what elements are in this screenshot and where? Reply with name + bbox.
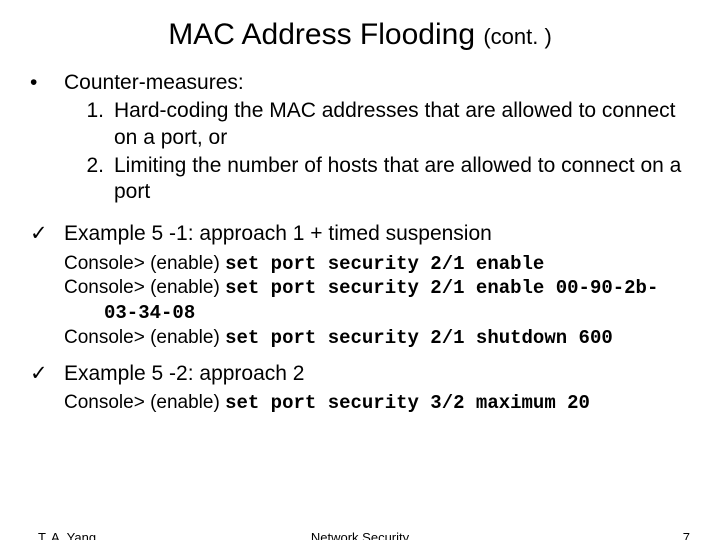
list-item: 2. Limiting the number of hosts that are… xyxy=(64,153,690,206)
check-icon: ✓ xyxy=(30,221,64,247)
console-prefix: Console> (enable) xyxy=(64,392,225,413)
countermeasures-row: • Counter-measures: 1. Hard-coding the M… xyxy=(30,70,690,205)
footer-title: Network Security xyxy=(0,530,720,540)
slide: MAC Address Flooding (cont. ) • Counter-… xyxy=(0,0,720,540)
console-line: Console> (enable) set port security 3/2 … xyxy=(64,391,690,416)
example2-console: Console> (enable) set port security 3/2 … xyxy=(64,391,690,416)
item-text: Hard-coding the MAC addresses that are a… xyxy=(114,98,690,151)
console-cmd: set port security 2/1 shutdown 600 xyxy=(225,327,613,349)
title-main: MAC Address Flooding xyxy=(168,18,475,51)
check-icon: ✓ xyxy=(30,361,64,387)
slide-body: • Counter-measures: 1. Hard-coding the M… xyxy=(0,62,720,416)
footer-page-number: 7 xyxy=(683,530,690,540)
countermeasures-content: Counter-measures: 1. Hard-coding the MAC… xyxy=(64,70,690,205)
example1-heading: Example 5 -1: approach 1 + timed suspens… xyxy=(64,221,690,247)
console-prefix: Console> (enable) xyxy=(64,327,225,348)
console-line: Console> (enable) set port security 2/1 … xyxy=(64,276,690,326)
item-number: 2. xyxy=(64,153,114,206)
countermeasures-heading: Counter-measures: xyxy=(64,70,690,96)
example2-row: ✓ Example 5 -2: approach 2 xyxy=(30,361,690,387)
example1-console: Console> (enable) set port security 2/1 … xyxy=(64,252,690,351)
console-cmd: set port security 2/1 enable xyxy=(225,253,544,275)
example2-heading: Example 5 -2: approach 2 xyxy=(64,361,690,387)
console-prefix: Console> (enable) xyxy=(64,253,225,274)
console-line: Console> (enable) set port security 2/1 … xyxy=(64,326,690,351)
title-cont: (cont. ) xyxy=(483,24,551,49)
slide-title: MAC Address Flooding (cont. ) xyxy=(0,0,720,62)
item-text: Limiting the number of hosts that are al… xyxy=(114,153,690,206)
list-item: 1. Hard-coding the MAC addresses that ar… xyxy=(64,98,690,151)
console-prefix: Console> (enable) xyxy=(64,277,225,298)
bullet-icon: • xyxy=(30,70,64,205)
console-line: Console> (enable) set port security 2/1 … xyxy=(64,252,690,277)
item-number: 1. xyxy=(64,98,114,151)
example1-row: ✓ Example 5 -1: approach 1 + timed suspe… xyxy=(30,221,690,247)
console-cmd: set port security 3/2 maximum 20 xyxy=(225,392,590,414)
